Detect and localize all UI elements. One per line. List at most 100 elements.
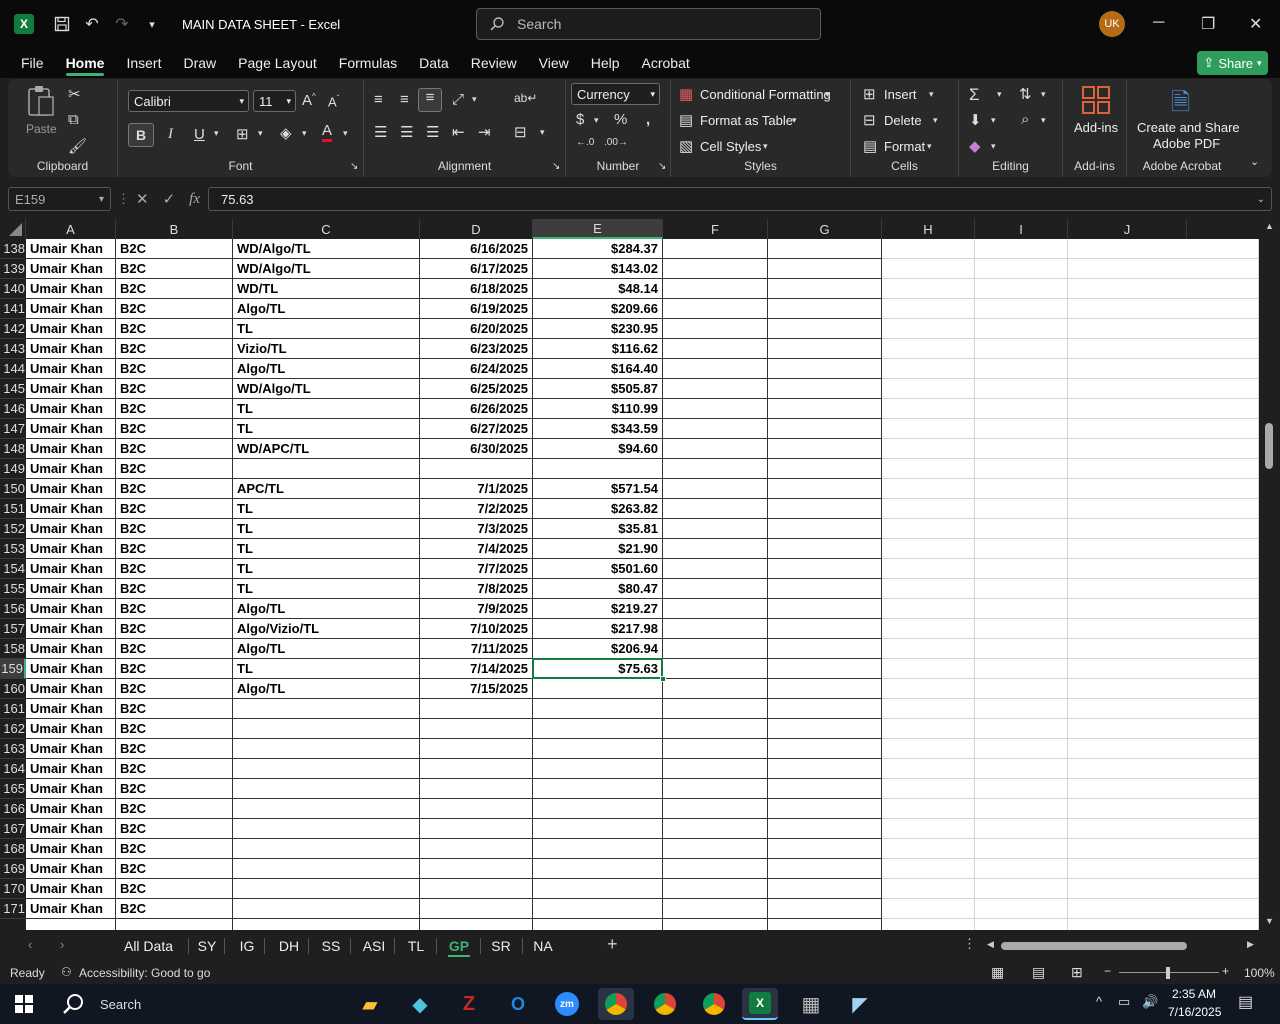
cell-g[interactable] xyxy=(768,919,882,930)
cell-g[interactable] xyxy=(768,239,882,259)
sheet-tab-sy[interactable]: SY xyxy=(192,930,222,962)
enter-icon[interactable]: ✓ xyxy=(163,190,176,208)
scroll-up-icon[interactable]: ▲ xyxy=(1265,221,1274,231)
row-number[interactable]: 143 xyxy=(0,339,26,359)
increase-font-icon[interactable]: A^ xyxy=(302,92,316,109)
cell-j[interactable] xyxy=(1068,779,1259,799)
align-left-icon[interactable]: ☰ xyxy=(374,123,387,141)
cell-i[interactable] xyxy=(975,719,1068,739)
menu-page-layout[interactable]: Page Layout xyxy=(227,48,328,78)
cell-d[interactable]: 6/25/2025 xyxy=(420,379,533,399)
create-share-pdf-line2[interactable]: Adobe PDF xyxy=(1153,136,1220,151)
chevron-down-icon[interactable]: ▾ xyxy=(258,128,263,139)
addins-button[interactable]: Add-ins xyxy=(1074,120,1118,135)
underline-button[interactable]: U xyxy=(194,126,205,143)
cell-a[interactable]: Umair Khan xyxy=(26,239,116,259)
cell-f[interactable] xyxy=(663,779,768,799)
format-as-table-button[interactable]: Format as Table xyxy=(700,113,793,128)
cell-h[interactable] xyxy=(882,559,975,579)
row-number[interactable]: 157 xyxy=(0,619,26,639)
cell-b[interactable]: B2C xyxy=(116,779,233,799)
cell-j[interactable] xyxy=(1068,699,1259,719)
paste-label[interactable]: Paste xyxy=(26,122,57,136)
cell-b[interactable]: B2C xyxy=(116,879,233,899)
cell-d[interactable]: 7/10/2025 xyxy=(420,619,533,639)
chevron-down-icon[interactable]: ▾ xyxy=(343,128,348,139)
font-dialog-launcher-icon[interactable]: ↘ xyxy=(350,161,358,172)
row-number[interactable]: 151 xyxy=(0,499,26,519)
sheet-tab-ig[interactable]: IG xyxy=(232,930,262,962)
cell-c[interactable]: TL xyxy=(233,399,420,419)
undo-icon[interactable]: ↶ xyxy=(82,14,102,34)
cell-b[interactable]: B2C xyxy=(116,799,233,819)
cell-b[interactable]: B2C xyxy=(116,899,233,919)
cell-i[interactable] xyxy=(975,279,1068,299)
cell-j[interactable] xyxy=(1068,499,1259,519)
cell-h[interactable] xyxy=(882,519,975,539)
cell-h[interactable] xyxy=(882,719,975,739)
cell-b[interactable]: B2C xyxy=(116,419,233,439)
chevron-down-icon[interactable]: ▾ xyxy=(997,89,1002,100)
cell-c[interactable]: WD/Algo/TL xyxy=(233,259,420,279)
zoom-slider-thumb[interactable] xyxy=(1166,967,1170,979)
row-number[interactable]: 169 xyxy=(0,859,26,879)
cell-f[interactable] xyxy=(663,539,768,559)
cell-d[interactable]: 6/20/2025 xyxy=(420,319,533,339)
cell-b[interactable]: B2C xyxy=(116,359,233,379)
align-center-icon[interactable]: ☰ xyxy=(400,123,413,141)
cell-a[interactable]: Umair Khan xyxy=(26,439,116,459)
cell-i[interactable] xyxy=(975,679,1068,699)
cell-a[interactable]: Umair Khan xyxy=(26,339,116,359)
cell-h[interactable] xyxy=(882,259,975,279)
cell-e[interactable]: $571.54 xyxy=(533,479,663,499)
avatar[interactable]: UK xyxy=(1099,11,1125,37)
cell-c[interactable]: TL xyxy=(233,419,420,439)
cell-e[interactable]: $263.82 xyxy=(533,499,663,519)
cell-g[interactable] xyxy=(768,379,882,399)
cell-c[interactable] xyxy=(233,919,420,930)
cell-b[interactable]: B2C xyxy=(116,279,233,299)
cell-d[interactable] xyxy=(420,699,533,719)
cell-b[interactable]: B2C xyxy=(116,439,233,459)
bold-button[interactable]: B xyxy=(128,123,154,147)
cell-e[interactable]: $35.81 xyxy=(533,519,663,539)
clear-icon[interactable]: ◆ xyxy=(969,137,981,155)
cell-e[interactable] xyxy=(533,919,663,930)
number-format-select[interactable]: Currency ▾ xyxy=(571,83,660,105)
row-number[interactable]: 150 xyxy=(0,479,26,499)
zoom-icon[interactable]: zm xyxy=(549,988,585,1020)
cell-c[interactable] xyxy=(233,699,420,719)
cell-b[interactable]: B2C xyxy=(116,639,233,659)
row-number[interactable]: 156 xyxy=(0,599,26,619)
cell-e[interactable]: $75.63 xyxy=(533,659,663,679)
cell-d[interactable] xyxy=(420,739,533,759)
cell-b[interactable]: B2C xyxy=(116,539,233,559)
cell-j[interactable] xyxy=(1068,639,1259,659)
format-cells-button[interactable]: Format xyxy=(884,139,925,154)
cell-e[interactable]: $501.60 xyxy=(533,559,663,579)
prev-sheet-icon[interactable]: ‹ xyxy=(28,937,32,952)
row-number[interactable]: 168 xyxy=(0,839,26,859)
sheet-tab-all-data[interactable]: All Data xyxy=(111,930,186,962)
cell-h[interactable] xyxy=(882,839,975,859)
cell-c[interactable]: Algo/Vizio/TL xyxy=(233,619,420,639)
cell-h[interactable] xyxy=(882,859,975,879)
cell-c[interactable] xyxy=(233,739,420,759)
cell-d[interactable] xyxy=(420,859,533,879)
insert-function-icon[interactable]: fx xyxy=(189,191,200,208)
calculator-icon[interactable]: ▦ xyxy=(793,988,829,1020)
cell-a[interactable]: Umair Khan xyxy=(26,699,116,719)
cell-c[interactable] xyxy=(233,899,420,919)
cell-f[interactable] xyxy=(663,619,768,639)
cell-a[interactable]: Umair Khan xyxy=(26,419,116,439)
cell-a[interactable]: Umair Khan xyxy=(26,619,116,639)
cell-d[interactable]: 7/15/2025 xyxy=(420,679,533,699)
cell-f[interactable] xyxy=(663,679,768,699)
taskbar-search[interactable]: Search xyxy=(48,984,348,1024)
row-number[interactable]: 138 xyxy=(0,239,26,259)
chevron-down-icon[interactable]: ▾ xyxy=(302,128,307,139)
cell-g[interactable] xyxy=(768,299,882,319)
menu-review[interactable]: Review xyxy=(460,48,528,78)
addins-icon[interactable] xyxy=(1081,85,1111,119)
cell-h[interactable] xyxy=(882,439,975,459)
